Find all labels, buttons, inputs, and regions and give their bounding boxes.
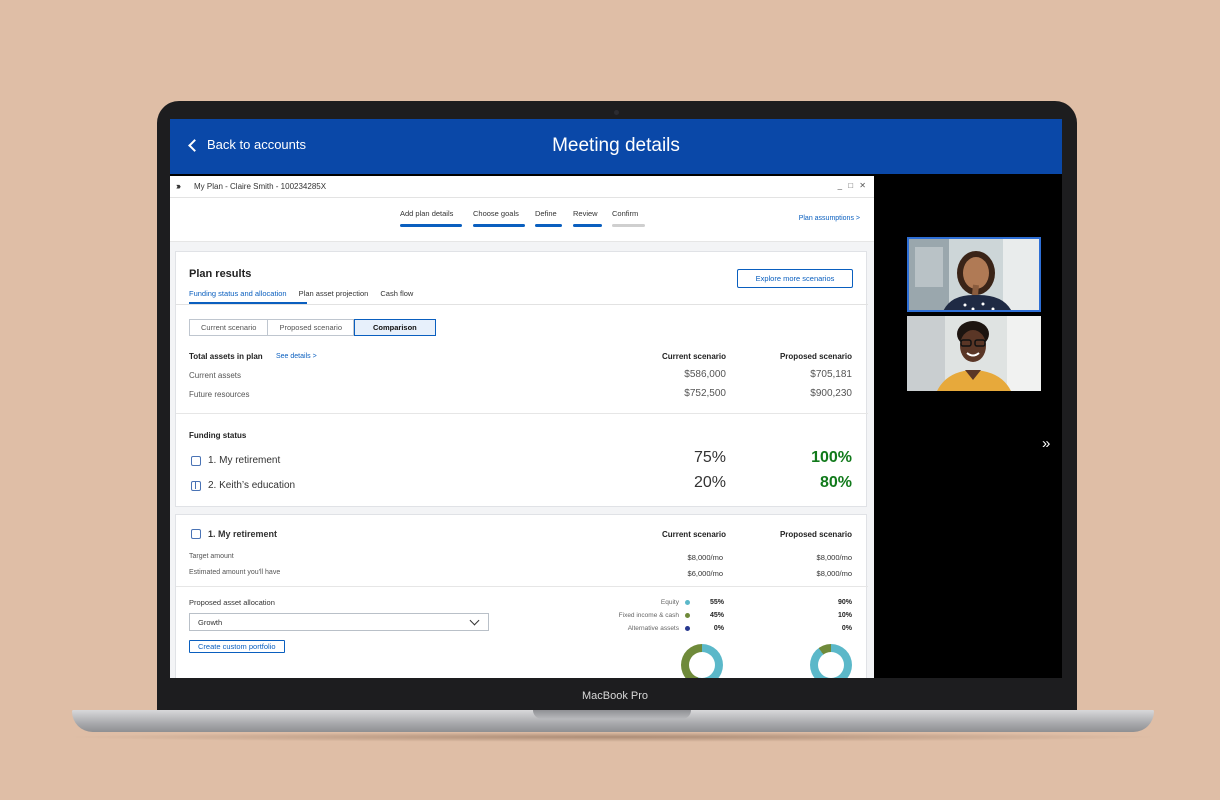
divider bbox=[176, 413, 868, 414]
goal-education[interactable]: 2. Keith’s education bbox=[191, 480, 295, 491]
video-participant-2[interactable] bbox=[907, 316, 1041, 391]
tab-divider bbox=[176, 304, 868, 305]
plan-window: ››› My Plan - Claire Smith - 100234285X … bbox=[170, 176, 874, 678]
goal-current-pct: 75% bbox=[693, 449, 726, 466]
divider bbox=[176, 586, 868, 587]
laptop-notch bbox=[533, 710, 691, 719]
results-tabs: Funding status and allocation Plan asset… bbox=[189, 289, 423, 298]
plan-results-card: Plan results Explore more scenarios Fund… bbox=[175, 251, 868, 507]
step-review[interactable]: Review bbox=[573, 209, 602, 227]
allocation-current: 55% bbox=[709, 599, 724, 606]
allocation-proposed: 0% bbox=[841, 625, 852, 632]
asset-row-label: Future resources bbox=[189, 390, 250, 399]
tab-plan-asset-projection[interactable]: Plan asset projection bbox=[299, 289, 369, 298]
allocation-donut-current bbox=[681, 644, 723, 678]
window-title: My Plan - Claire Smith - 100234285X bbox=[194, 182, 327, 191]
chevron-down-icon bbox=[469, 615, 480, 626]
col-current-scenario: Current scenario bbox=[661, 530, 726, 539]
allocation-label: Proposed asset allocation bbox=[189, 598, 275, 607]
step-confirm[interactable]: Confirm bbox=[612, 209, 645, 227]
retirement-row-current: $6,000/mo bbox=[687, 569, 723, 578]
col-current-scenario: Current scenario bbox=[661, 352, 726, 361]
retirement-row-proposed: $8,000/mo bbox=[816, 553, 852, 562]
page-title: Meeting details bbox=[552, 135, 680, 156]
allocation-current: 45% bbox=[709, 612, 724, 619]
window-titlebar: ››› My Plan - Claire Smith - 100234285X … bbox=[170, 176, 874, 198]
step-add-plan-details[interactable]: Add plan details bbox=[400, 209, 462, 227]
allocation-proposed: 90% bbox=[837, 599, 852, 606]
chair-icon bbox=[191, 455, 201, 466]
allocation-item-label: Fixed income & cash bbox=[556, 612, 690, 619]
see-details-link[interactable]: See details > bbox=[276, 353, 317, 360]
total-assets-title: Total assets in plan bbox=[189, 352, 263, 361]
screen: Back to accounts Meeting details ››› My … bbox=[170, 119, 1062, 678]
device-label: MacBook Pro bbox=[581, 690, 649, 702]
col-proposed-scenario: Proposed scenario bbox=[779, 352, 852, 361]
step-choose-goals[interactable]: Choose goals bbox=[473, 209, 525, 227]
meeting-header: Back to accounts Meeting details bbox=[170, 119, 1062, 174]
funding-status-title: Funding status bbox=[189, 431, 247, 440]
laptop-shadow bbox=[60, 732, 1166, 742]
step-define[interactable]: Define bbox=[535, 209, 562, 227]
tab-cash-flow[interactable]: Cash flow bbox=[380, 289, 413, 298]
goal-proposed-pct: 80% bbox=[819, 474, 852, 491]
toggle-comparison[interactable]: Comparison bbox=[354, 319, 436, 336]
retirement-row-label: Target amount bbox=[189, 553, 234, 560]
retirement-card: 1. My retirement Current scenario Propos… bbox=[175, 514, 868, 678]
allocation-proposed: 10% bbox=[837, 612, 852, 619]
retirement-row-proposed: $8,000/mo bbox=[816, 569, 852, 578]
tab-funding-status[interactable]: Funding status and allocation bbox=[189, 289, 287, 298]
scenario-toggle: Current scenario Proposed scenario Compa… bbox=[189, 319, 436, 336]
toggle-current-scenario[interactable]: Current scenario bbox=[189, 319, 269, 336]
goal-retirement[interactable]: 1. My retirement bbox=[191, 455, 280, 466]
goal-current-pct: 20% bbox=[693, 474, 726, 491]
asset-row-proposed: $900,230 bbox=[810, 388, 852, 399]
retirement-row-current: $8,000/mo bbox=[687, 553, 723, 562]
asset-row-current: $586,000 bbox=[684, 369, 726, 380]
explore-scenarios-button[interactable]: Explore more scenarios bbox=[737, 269, 853, 288]
camera bbox=[614, 110, 619, 115]
book-icon bbox=[191, 480, 201, 491]
create-custom-portfolio-button[interactable]: Create custom portfolio bbox=[189, 640, 285, 653]
expand-panel-icon[interactable]: » bbox=[1042, 435, 1050, 452]
participant-1-video bbox=[909, 239, 1039, 310]
allocation-current: 0% bbox=[713, 625, 724, 632]
allocation-item-label: Alternative assets bbox=[556, 625, 690, 632]
plan-assumptions-link[interactable]: Plan assumptions > bbox=[799, 215, 860, 222]
chair-icon bbox=[191, 529, 201, 539]
participant-2-video bbox=[907, 316, 1041, 391]
toggle-proposed-scenario[interactable]: Proposed scenario bbox=[268, 319, 354, 336]
asset-row-proposed: $705,181 bbox=[810, 369, 852, 380]
asset-row-label: Current assets bbox=[189, 371, 242, 380]
plan-results-title: Plan results bbox=[189, 268, 252, 280]
allocation-select[interactable]: Growth bbox=[189, 613, 489, 631]
retirement-row-label: Estimated amount you'll have bbox=[189, 569, 281, 576]
window-controls[interactable]: _ □ ✕ bbox=[838, 181, 868, 190]
steps-bar: Add plan details Choose goals Define Rev… bbox=[170, 198, 874, 242]
allocation-item-label: Equity bbox=[556, 599, 690, 606]
retirement-title: 1. My retirement bbox=[191, 529, 277, 539]
goal-proposed-pct: 100% bbox=[811, 449, 852, 466]
video-participant-1[interactable] bbox=[907, 237, 1041, 312]
allocation-donut-proposed bbox=[810, 644, 852, 678]
asset-row-current: $752,500 bbox=[684, 388, 726, 399]
col-proposed-scenario: Proposed scenario bbox=[779, 530, 852, 539]
app-logo-icon: ››› bbox=[176, 181, 181, 191]
